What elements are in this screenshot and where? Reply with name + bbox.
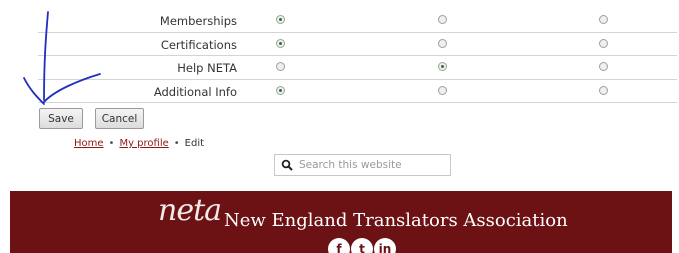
radio-certifications-option-2[interactable]: [438, 38, 447, 48]
cancel-button[interactable]: Cancel: [95, 108, 144, 129]
linkedin-icon[interactable]: in: [374, 238, 396, 253]
radio-memberships-option-1[interactable]: [276, 15, 285, 24]
search-input[interactable]: [299, 159, 449, 171]
organization-name: New England Translators Association: [224, 210, 568, 231]
neta-logo[interactable]: neta: [156, 193, 222, 231]
privacy-row-certifications: Certifications: [38, 33, 677, 56]
breadcrumb-separator: •: [173, 138, 180, 149]
facebook-icon[interactable]: f: [328, 238, 350, 253]
breadcrumb: Home • My profile • Edit: [74, 138, 204, 149]
site-footer: neta New England Translators Association…: [10, 191, 672, 253]
radio-additional-info-option-1[interactable]: [276, 85, 285, 95]
privacy-row-help-neta: Help NETA: [38, 56, 677, 80]
logo-wordmark: neta: [158, 193, 222, 228]
radio-memberships-option-2[interactable]: [438, 15, 447, 24]
radio-certifications-option-1[interactable]: [276, 38, 285, 48]
breadcrumb-separator: •: [108, 138, 115, 149]
privacy-row-memberships: Memberships: [38, 9, 677, 33]
privacy-settings-table: Memberships Certifications Help NETA Add…: [38, 9, 677, 103]
radio-help-neta-option-3[interactable]: [599, 62, 608, 71]
breadcrumb-current: Edit: [184, 138, 205, 149]
radio-help-neta-option-2[interactable]: [438, 62, 447, 71]
radio-additional-info-option-3[interactable]: [599, 85, 608, 95]
privacy-row-label: Memberships: [159, 14, 237, 28]
radio-memberships-option-3[interactable]: [599, 15, 608, 24]
twitter-icon[interactable]: t: [351, 238, 373, 253]
radio-certifications-option-3[interactable]: [599, 38, 608, 48]
privacy-row-label: Additional Info: [153, 84, 237, 99]
radio-additional-info-option-2[interactable]: [438, 85, 447, 95]
breadcrumb-my-profile-link[interactable]: My profile: [119, 138, 168, 149]
search-icon: [281, 159, 293, 171]
breadcrumb-home-link[interactable]: Home: [74, 138, 104, 149]
privacy-row-label: Help NETA: [177, 61, 237, 75]
privacy-row-label: Certifications: [160, 37, 237, 52]
privacy-row-additional-info: Additional Info: [38, 80, 677, 103]
social-links: f t in: [328, 238, 396, 253]
site-search-box: [274, 154, 451, 176]
save-button[interactable]: Save: [39, 108, 83, 129]
radio-help-neta-option-1[interactable]: [276, 62, 285, 71]
footer-branding: neta New England Translators Association: [156, 193, 568, 233]
